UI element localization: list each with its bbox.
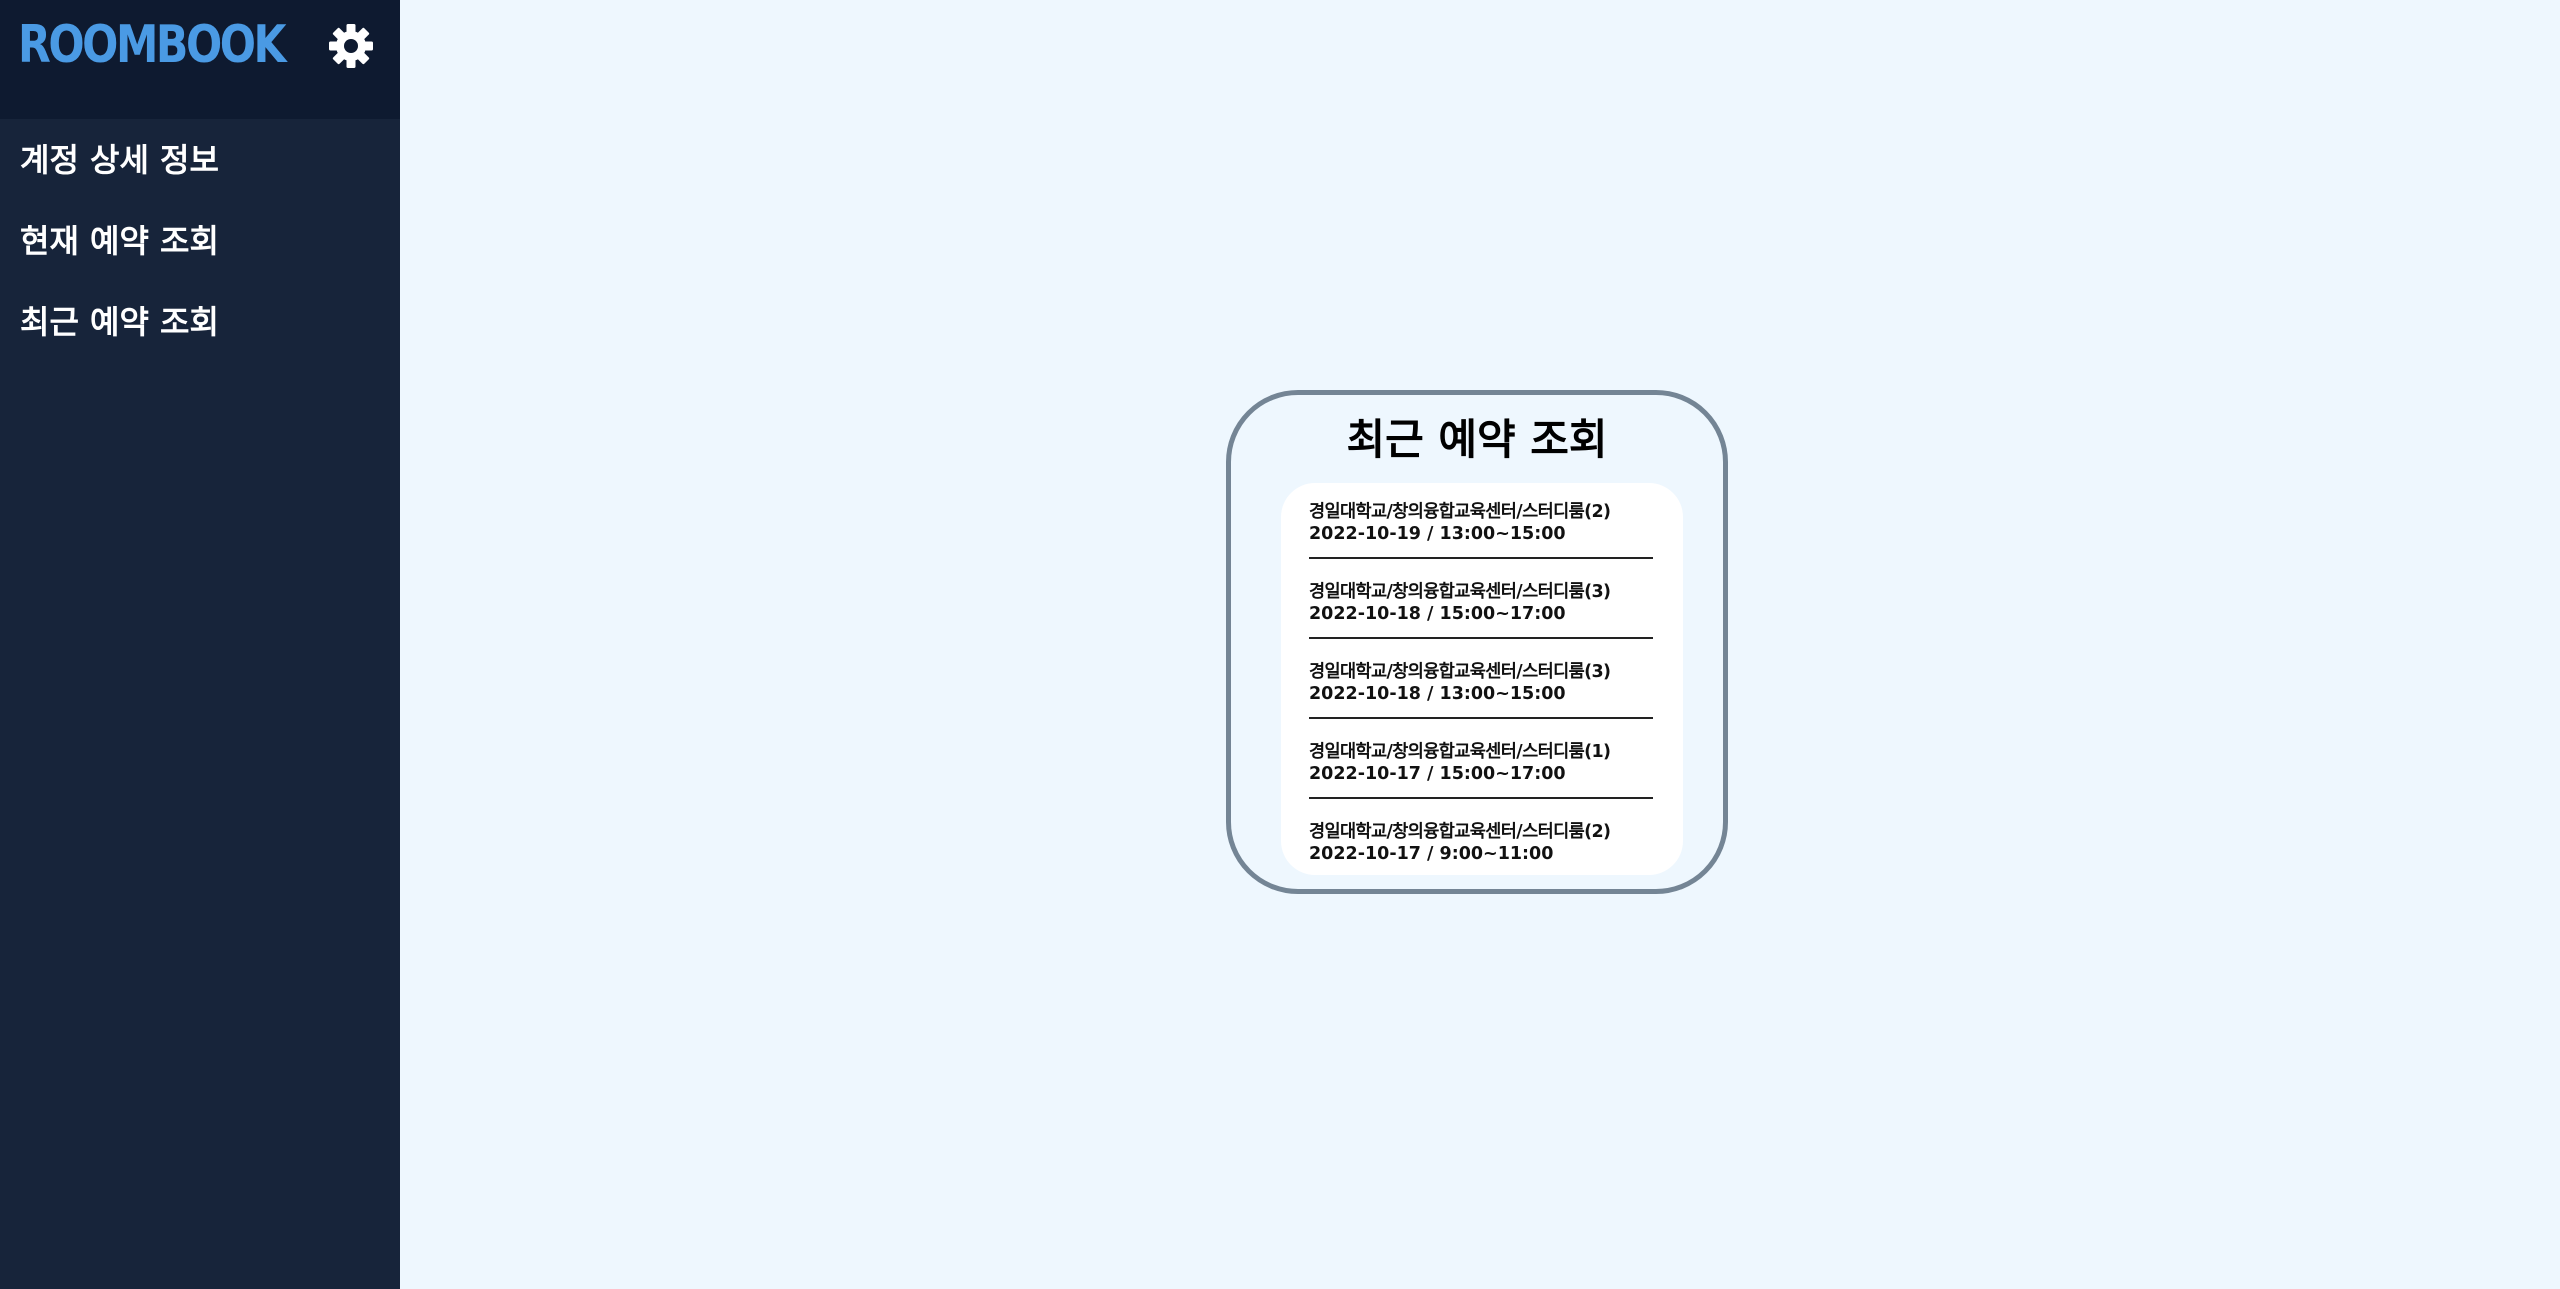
- list-item[interactable]: 경일대학교/창의융합교육센터/스터디룸(2) 2022-10-19 / 13:0…: [1309, 493, 1653, 559]
- reservation-place: 경일대학교/창의융합교육센터/스터디룸(2): [1309, 502, 1611, 522]
- sidebar-item-current-reservations[interactable]: 현재 예약 조회: [0, 218, 400, 299]
- reservation-place: 경일대학교/창의융합교육센터/스터디룸(2): [1309, 822, 1611, 842]
- list-item[interactable]: 경일대학교/창의융합교육센터/스터디룸(3) 2022-10-18 / 13:0…: [1309, 653, 1653, 719]
- list-item[interactable]: 경일대학교/창의융합교육센터/스터디룸(2) 2022-10-17 / 9:00…: [1309, 813, 1653, 875]
- sidebar-header: ROOMBOOK: [0, 0, 400, 119]
- gear-icon[interactable]: [323, 22, 379, 70]
- reservation-datetime: 2022-10-18 / 13:00~15:00: [1309, 684, 1566, 704]
- page-title: 최근 예약 조회: [1346, 415, 1608, 464]
- reservation-place: 경일대학교/창의융합교육센터/스터디룸(3): [1309, 582, 1611, 602]
- reservation-datetime: 2022-10-18 / 15:00~17:00: [1309, 604, 1566, 624]
- sidebar-item-account-details[interactable]: 계정 상세 정보: [0, 137, 400, 218]
- list-item[interactable]: 경일대학교/창의융합교육센터/스터디룸(3) 2022-10-18 / 15:0…: [1309, 573, 1653, 639]
- list-item[interactable]: 경일대학교/창의융합교육센터/스터디룸(1) 2022-10-17 / 15:0…: [1309, 733, 1653, 799]
- sidebar-item-recent-reservations[interactable]: 최근 예약 조회: [0, 299, 400, 380]
- reservation-list[interactable]: 경일대학교/창의융합교육센터/스터디룸(2) 2022-10-19 / 13:0…: [1281, 483, 1683, 875]
- sidebar: ROOMBOOK 계정 상세 정보 현재 예약 조회 최근 예약 조회: [0, 0, 400, 1289]
- reservation-place: 경일대학교/창의융합교육센터/스터디룸(1): [1309, 742, 1611, 762]
- reservation-datetime: 2022-10-17 / 9:00~11:00: [1309, 844, 1554, 864]
- app-logo[interactable]: ROOMBOOK: [18, 10, 287, 80]
- reservation-datetime: 2022-10-19 / 13:00~15:00: [1309, 524, 1566, 544]
- reservation-place: 경일대학교/창의융합교육센터/스터디룸(3): [1309, 662, 1611, 682]
- sidebar-nav: 계정 상세 정보 현재 예약 조회 최근 예약 조회: [0, 137, 400, 380]
- reservation-datetime: 2022-10-17 / 15:00~17:00: [1309, 764, 1566, 784]
- recent-reservations-card: 최근 예약 조회 경일대학교/창의융합교육센터/스터디룸(2) 2022-10-…: [1226, 390, 1728, 894]
